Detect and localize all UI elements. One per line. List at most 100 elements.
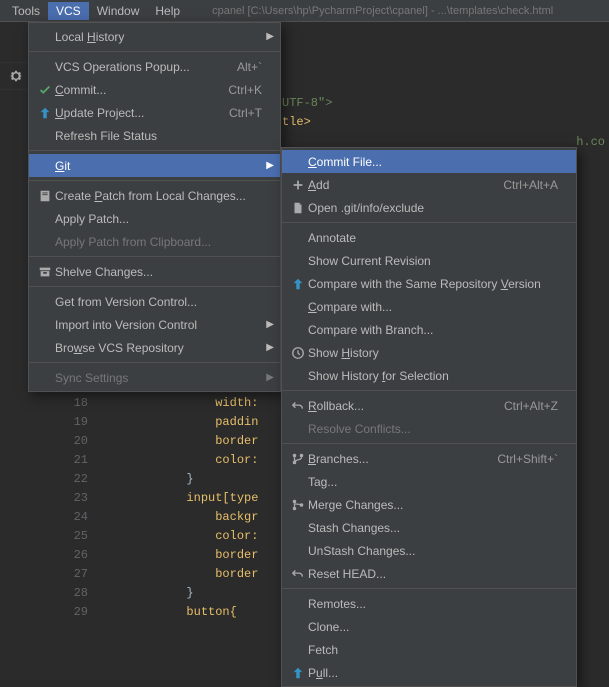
vcs-menu: Local History▶VCS Operations Popup...Alt… bbox=[28, 22, 281, 392]
git-menu-item-clone[interactable]: Clone... bbox=[282, 615, 576, 638]
menu-item-label: Get from Version Control... bbox=[55, 295, 262, 309]
menu-item-label: Commit File... bbox=[308, 155, 558, 169]
line-number: 27 bbox=[64, 565, 94, 584]
undo-icon bbox=[288, 399, 308, 413]
menu-separator bbox=[282, 390, 576, 391]
menu-separator bbox=[29, 180, 280, 181]
vcs-menu-item-commit[interactable]: Commit...Ctrl+K bbox=[29, 78, 280, 101]
git-menu-item-fetch[interactable]: Fetch bbox=[282, 638, 576, 661]
menu-separator bbox=[29, 286, 280, 287]
git-menu-item-compare-with[interactable]: Compare with... bbox=[282, 295, 576, 318]
vcs-menu-item-create-patch-from-local-changes[interactable]: Create Patch from Local Changes... bbox=[29, 184, 280, 207]
menu-item-label: Clone... bbox=[308, 620, 558, 634]
menu-shortcut: Ctrl+Alt+A bbox=[503, 178, 558, 192]
menu-item-label: Show Current Revision bbox=[308, 254, 558, 268]
plus-icon bbox=[288, 178, 308, 192]
vcs-menu-item-git[interactable]: Git ▶ bbox=[29, 154, 280, 177]
code-fragment-right: h.co bbox=[576, 135, 605, 149]
menu-item-label: Compare with Branch... bbox=[308, 323, 558, 337]
line-number: 20 bbox=[64, 432, 94, 451]
menu-item-label: Git bbox=[55, 159, 262, 173]
vcs-menu-item-vcs-operations-popup[interactable]: VCS Operations Popup...Alt+` bbox=[29, 55, 280, 78]
vcs-menu-item-apply-patch[interactable]: Apply Patch... bbox=[29, 207, 280, 230]
menu-item-label: Import into Version Control bbox=[55, 318, 262, 332]
menubar: Tools VCS Window Help cpanel [C:\Users\h… bbox=[0, 0, 609, 22]
menu-item-label: Compare with... bbox=[308, 300, 558, 314]
vcs-menu-item-browse-vcs-repository[interactable]: Browse VCS Repository▶ bbox=[29, 336, 280, 359]
git-menu-item-show-history-for-selection[interactable]: Show History for Selection bbox=[282, 364, 576, 387]
menu-separator bbox=[29, 150, 280, 151]
git-menu-item-show-history[interactable]: Show History bbox=[282, 341, 576, 364]
menu-help[interactable]: Help bbox=[147, 2, 188, 20]
vcs-menu-item-local-history[interactable]: Local History▶ bbox=[29, 25, 280, 48]
menu-item-label: Show History for Selection bbox=[308, 369, 558, 383]
git-menu-item-rollback[interactable]: Rollback...Ctrl+Alt+Z bbox=[282, 394, 576, 417]
git-menu-item-branches[interactable]: Branches... Ctrl+Shift+` bbox=[282, 447, 576, 470]
line-number: 25 bbox=[64, 527, 94, 546]
git-menu-item-merge-changes[interactable]: Merge Changes... bbox=[282, 493, 576, 516]
vcs-menu-item-shelve-changes[interactable]: Shelve Changes... bbox=[29, 260, 280, 283]
menu-item-label: Pull... bbox=[308, 666, 558, 680]
patch-icon bbox=[35, 189, 55, 203]
menu-separator bbox=[282, 588, 576, 589]
check-green-icon bbox=[35, 83, 55, 97]
menu-item-label: Show History bbox=[308, 346, 558, 360]
window-title: cpanel [C:\Users\hp\PycharmProject\cpane… bbox=[212, 5, 553, 17]
line-number: 29 bbox=[64, 603, 94, 622]
submenu-arrow-icon: ▶ bbox=[266, 160, 274, 171]
vcs-menu-item-get-from-version-control[interactable]: Get from Version Control... bbox=[29, 290, 280, 313]
arrow-blue-icon bbox=[288, 277, 308, 291]
git-menu-item-unstash-changes[interactable]: UnStash Changes... bbox=[282, 539, 576, 562]
shelve-icon bbox=[35, 265, 55, 279]
menu-item-label: Annotate bbox=[308, 231, 558, 245]
git-menu-item-tag[interactable]: Tag... bbox=[282, 470, 576, 493]
git-menu-item-compare-with-the-same-repository-version[interactable]: Compare with the Same Repository Version bbox=[282, 272, 576, 295]
undo-icon bbox=[288, 567, 308, 581]
gutter: 1617181920212223242526272829 bbox=[64, 356, 94, 622]
vcs-menu-item-refresh-file-status[interactable]: Refresh File Status bbox=[29, 124, 280, 147]
file-icon bbox=[288, 201, 308, 215]
menu-item-label: Reset HEAD... bbox=[308, 567, 558, 581]
git-menu-item-add[interactable]: AddCtrl+Alt+A bbox=[282, 173, 576, 196]
git-menu-item-commit-file[interactable]: Commit File... bbox=[282, 150, 576, 173]
git-menu-item-reset-head[interactable]: Reset HEAD... bbox=[282, 562, 576, 585]
menu-item-label: Local History bbox=[55, 30, 262, 44]
git-menu-item-stash-changes[interactable]: Stash Changes... bbox=[282, 516, 576, 539]
git-menu-item-compare-with-branch[interactable]: Compare with Branch... bbox=[282, 318, 576, 341]
git-submenu: Commit File... AddCtrl+Alt+AOpen .git/inf… bbox=[281, 147, 577, 687]
menu-shortcut: Ctrl+Shift+` bbox=[497, 452, 558, 466]
git-menu-item-resolve-conflicts: Resolve Conflicts... bbox=[282, 417, 576, 440]
menu-item-label: Fetch bbox=[308, 643, 558, 657]
menu-item-label: Branches... bbox=[308, 452, 469, 466]
vcs-menu-item-sync-settings: Sync Settings▶ bbox=[29, 366, 280, 389]
git-menu-item-annotate[interactable]: Annotate bbox=[282, 226, 576, 249]
vcs-menu-item-apply-patch-from-clipboard: Apply Patch from Clipboard... bbox=[29, 230, 280, 253]
submenu-arrow-icon: ▶ bbox=[266, 319, 274, 330]
vcs-menu-item-import-into-version-control[interactable]: Import into Version Control ▶ bbox=[29, 313, 280, 336]
menu-window[interactable]: Window bbox=[89, 2, 148, 20]
line-number: 24 bbox=[64, 508, 94, 527]
menu-shortcut: Ctrl+Alt+Z bbox=[504, 399, 558, 413]
menu-item-label: Compare with the Same Repository Version bbox=[308, 277, 558, 291]
line-number: 28 bbox=[64, 584, 94, 603]
code-fragment: UTF-8"> tle> bbox=[282, 94, 609, 132]
line-number: 22 bbox=[64, 470, 94, 489]
vcs-menu-item-update-project[interactable]: Update Project...Ctrl+T bbox=[29, 101, 280, 124]
menu-shortcut: Ctrl+K bbox=[228, 83, 262, 97]
arrow-blue-icon bbox=[35, 106, 55, 120]
menu-separator bbox=[29, 362, 280, 363]
line-number: 19 bbox=[64, 413, 94, 432]
git-menu-item-open-git-info-exclude[interactable]: Open .git/info/exclude bbox=[282, 196, 576, 219]
menu-item-label: Remotes... bbox=[308, 597, 558, 611]
line-number: 18 bbox=[64, 394, 94, 413]
menu-vcs[interactable]: VCS bbox=[48, 2, 89, 20]
git-menu-item-show-current-revision[interactable]: Show Current Revision bbox=[282, 249, 576, 272]
menu-item-label: Refresh File Status bbox=[55, 129, 262, 143]
menu-separator bbox=[282, 222, 576, 223]
git-menu-item-remotes[interactable]: Remotes... bbox=[282, 592, 576, 615]
menu-separator bbox=[282, 443, 576, 444]
menu-item-label: Stash Changes... bbox=[308, 521, 558, 535]
git-menu-item-pull[interactable]: Pull... bbox=[282, 661, 576, 684]
menu-item-label: VCS Operations Popup... bbox=[55, 60, 209, 74]
menu-tools[interactable]: Tools bbox=[4, 2, 48, 20]
